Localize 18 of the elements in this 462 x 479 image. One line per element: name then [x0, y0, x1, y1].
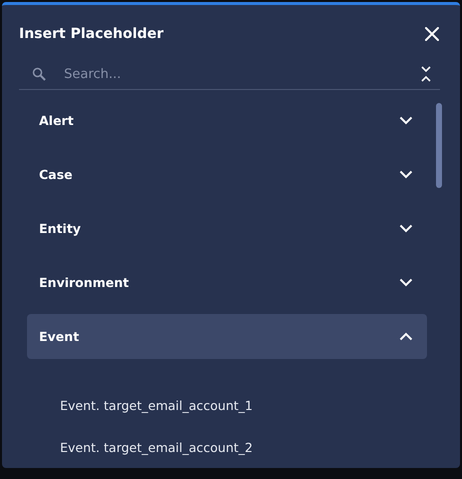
category-row[interactable]: Event: [27, 314, 427, 359]
category-row[interactable]: Alert: [27, 98, 427, 143]
placeholder-item[interactable]: Event. target_email_account_1: [27, 384, 427, 426]
category-row[interactable]: Environment: [27, 260, 427, 305]
chevron-down-icon: [399, 170, 413, 179]
chevron-up-icon: [399, 332, 413, 341]
collapse-all-button[interactable]: [420, 66, 432, 82]
category-row[interactable]: Case: [27, 152, 427, 197]
chevron-down-icon: [399, 224, 413, 233]
category-row[interactable]: Entity: [27, 206, 427, 251]
dialog-title: Insert Placeholder: [19, 26, 164, 42]
scrollbar-thumb[interactable]: [436, 103, 442, 188]
search-icon: [32, 67, 46, 82]
chevron-down-icon: [399, 278, 413, 287]
chevron-down-icon: [399, 116, 413, 125]
close-button[interactable]: [424, 26, 440, 42]
search-field[interactable]: Search...: [62, 66, 420, 83]
placeholder-item[interactable]: Event. target_email_account_2: [27, 426, 427, 468]
